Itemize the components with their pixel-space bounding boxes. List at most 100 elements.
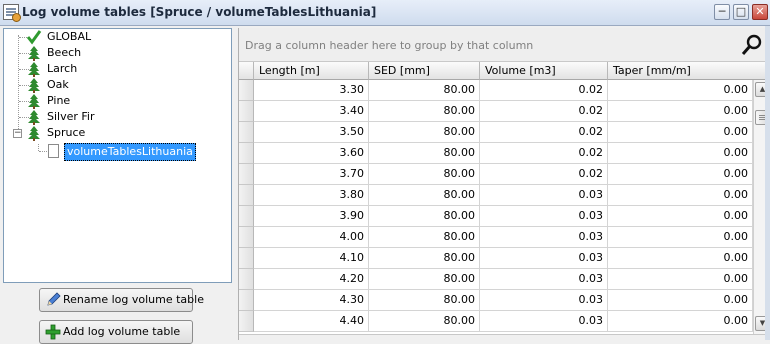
cell-length[interactable]: 4.20 bbox=[254, 269, 369, 290]
cell-sed[interactable]: 80.00 bbox=[369, 206, 480, 227]
cell-sed[interactable]: 80.00 bbox=[369, 80, 480, 101]
row-selector[interactable] bbox=[239, 185, 254, 206]
cell-length[interactable]: 3.60 bbox=[254, 143, 369, 164]
cell-volume[interactable]: 0.03 bbox=[480, 311, 608, 332]
tree-item-beech[interactable]: Beech bbox=[4, 45, 229, 61]
table-row[interactable]: 3.30 80.00 0.02 0.00 bbox=[239, 80, 753, 101]
table-row[interactable]: 3.60 80.00 0.02 0.00 bbox=[239, 143, 753, 164]
cell-length[interactable]: 3.70 bbox=[254, 164, 369, 185]
cell-volume[interactable]: 0.02 bbox=[480, 143, 608, 164]
cell-length[interactable]: 4.40 bbox=[254, 311, 369, 332]
cell-taper[interactable]: 0.00 bbox=[608, 122, 753, 143]
column-header-length[interactable]: Length [m] bbox=[254, 62, 369, 80]
collapse-toggle[interactable]: − bbox=[13, 129, 22, 138]
cell-length[interactable]: 3.90 bbox=[254, 206, 369, 227]
tree-item-label: Oak bbox=[47, 78, 69, 91]
table-row[interactable]: 3.50 80.00 0.02 0.00 bbox=[239, 122, 753, 143]
tree-item-oak[interactable]: Oak bbox=[4, 77, 229, 93]
minimize-button[interactable]: ─ bbox=[714, 4, 730, 20]
table-row[interactable]: 4.40 80.00 0.03 0.00 bbox=[239, 311, 753, 332]
cell-sed[interactable]: 80.00 bbox=[369, 311, 480, 332]
table-row[interactable]: 3.80 80.00 0.03 0.00 bbox=[239, 185, 753, 206]
cell-sed[interactable]: 80.00 bbox=[369, 122, 480, 143]
cell-taper[interactable]: 0.00 bbox=[608, 101, 753, 122]
cell-sed[interactable]: 80.00 bbox=[369, 269, 480, 290]
cell-taper[interactable]: 0.00 bbox=[608, 248, 753, 269]
cell-taper[interactable]: 0.00 bbox=[608, 143, 753, 164]
cell-sed[interactable]: 80.00 bbox=[369, 185, 480, 206]
row-selector[interactable] bbox=[239, 248, 254, 269]
cell-sed[interactable]: 80.00 bbox=[369, 248, 480, 269]
row-selector[interactable] bbox=[239, 206, 254, 227]
row-selector[interactable] bbox=[239, 164, 254, 185]
table-row[interactable]: 3.70 80.00 0.02 0.00 bbox=[239, 164, 753, 185]
cell-sed[interactable]: 80.00 bbox=[369, 143, 480, 164]
cell-taper[interactable]: 0.00 bbox=[608, 290, 753, 311]
table-row[interactable]: 4.00 80.00 0.03 0.00 bbox=[239, 227, 753, 248]
cell-volume[interactable]: 0.03 bbox=[480, 290, 608, 311]
cell-sed[interactable]: 80.00 bbox=[369, 227, 480, 248]
tree-item-label: Larch bbox=[47, 62, 78, 75]
rename-button-label: Rename log volume table bbox=[63, 293, 204, 306]
column-header-volume[interactable]: Volume [m3] bbox=[480, 62, 608, 80]
tree-item-larch[interactable]: Larch bbox=[4, 61, 229, 77]
tree-item-global[interactable]: GLOBAL bbox=[4, 29, 229, 45]
row-selector[interactable] bbox=[239, 227, 254, 248]
cell-volume[interactable]: 0.02 bbox=[480, 164, 608, 185]
magnifier-icon[interactable] bbox=[741, 34, 763, 56]
cell-taper[interactable]: 0.00 bbox=[608, 80, 753, 101]
rename-log-volume-table-button[interactable]: Rename log volume table bbox=[39, 288, 204, 312]
table-row[interactable]: 3.90 80.00 0.03 0.00 bbox=[239, 206, 753, 227]
cell-volume[interactable]: 0.02 bbox=[480, 101, 608, 122]
maximize-button[interactable]: □ bbox=[733, 4, 749, 20]
tree-item-label: Silver Fir bbox=[47, 110, 95, 123]
close-button[interactable]: ✕ bbox=[752, 4, 768, 20]
cell-volume[interactable]: 0.02 bbox=[480, 80, 608, 101]
cell-sed[interactable]: 80.00 bbox=[369, 290, 480, 311]
cell-volume[interactable]: 0.03 bbox=[480, 227, 608, 248]
cell-volume[interactable]: 0.03 bbox=[480, 248, 608, 269]
cell-length[interactable]: 3.80 bbox=[254, 185, 369, 206]
row-selector[interactable] bbox=[239, 290, 254, 311]
tree-item-pine[interactable]: Pine bbox=[4, 93, 229, 109]
tree-item-spruce[interactable]: − Spruce bbox=[4, 125, 229, 141]
add-log-volume-table-button[interactable]: Add log volume table bbox=[39, 320, 193, 344]
cell-length[interactable]: 4.10 bbox=[254, 248, 369, 269]
column-header-taper[interactable]: Taper [mm/m] bbox=[608, 62, 770, 80]
row-selector[interactable] bbox=[239, 122, 254, 143]
row-header-corner bbox=[239, 62, 254, 80]
cell-length[interactable]: 4.30 bbox=[254, 290, 369, 311]
species-tree[interactable]: GLOBAL Beech Larch Oak Pine Silver Fir −… bbox=[3, 28, 232, 283]
cell-taper[interactable]: 0.00 bbox=[608, 164, 753, 185]
tree-connector bbox=[39, 151, 47, 152]
cell-taper[interactable]: 0.00 bbox=[608, 311, 753, 332]
row-selector[interactable] bbox=[239, 269, 254, 290]
cell-length[interactable]: 4.00 bbox=[254, 227, 369, 248]
cell-sed[interactable]: 80.00 bbox=[369, 101, 480, 122]
table-row[interactable]: 4.10 80.00 0.03 0.00 bbox=[239, 248, 753, 269]
cell-taper[interactable]: 0.00 bbox=[608, 227, 753, 248]
cell-sed[interactable]: 80.00 bbox=[369, 164, 480, 185]
table-row[interactable]: 4.30 80.00 0.03 0.00 bbox=[239, 290, 753, 311]
cell-taper[interactable]: 0.00 bbox=[608, 185, 753, 206]
cell-length[interactable]: 3.50 bbox=[254, 122, 369, 143]
table-row[interactable]: 3.40 80.00 0.02 0.00 bbox=[239, 101, 753, 122]
table-row[interactable]: 4.20 80.00 0.03 0.00 bbox=[239, 269, 753, 290]
row-selector[interactable] bbox=[239, 80, 254, 101]
row-selector[interactable] bbox=[239, 311, 254, 332]
column-header-sed[interactable]: SED [mm] bbox=[369, 62, 480, 80]
cell-volume[interactable]: 0.03 bbox=[480, 206, 608, 227]
cell-volume[interactable]: 0.02 bbox=[480, 122, 608, 143]
cell-length[interactable]: 3.40 bbox=[254, 101, 369, 122]
row-selector[interactable] bbox=[239, 143, 254, 164]
cell-volume[interactable]: 0.03 bbox=[480, 185, 608, 206]
log-table-app-icon[interactable] bbox=[3, 4, 21, 22]
cell-taper[interactable]: 0.00 bbox=[608, 206, 753, 227]
tree-item-silver-fir[interactable]: Silver Fir bbox=[4, 109, 229, 125]
tree-item-volume-table[interactable]: volumeTablesLithuania bbox=[4, 143, 229, 161]
row-selector[interactable] bbox=[239, 101, 254, 122]
cell-volume[interactable]: 0.03 bbox=[480, 269, 608, 290]
cell-length[interactable]: 3.30 bbox=[254, 80, 369, 101]
cell-taper[interactable]: 0.00 bbox=[608, 269, 753, 290]
group-by-panel[interactable]: Drag a column header here to group by th… bbox=[239, 28, 770, 62]
